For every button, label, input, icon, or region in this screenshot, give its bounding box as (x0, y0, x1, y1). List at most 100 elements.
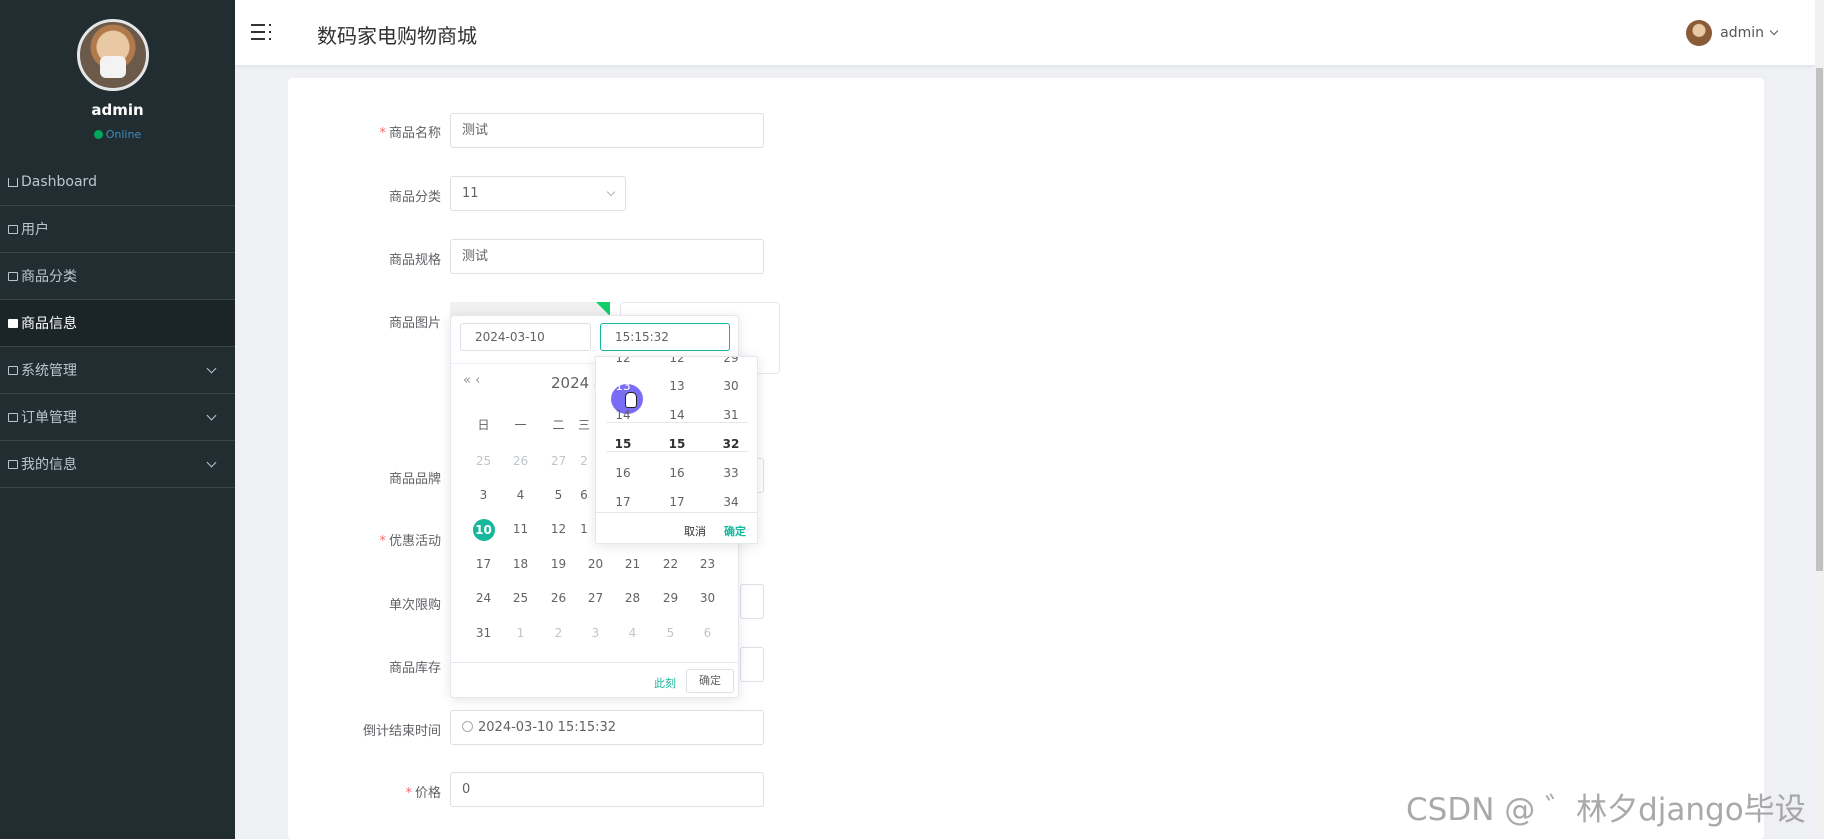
date-cell[interactable]: 2 (540, 626, 577, 640)
minute-cell[interactable]: 17 (650, 495, 704, 509)
sidebar-item-category[interactable]: 商品分类 (0, 253, 235, 300)
sidebar: admin Online Dashboard 用户 商品分类 商品信息 系统管理… (0, 0, 235, 839)
date-cell[interactable]: 17 (465, 557, 502, 571)
date-cell[interactable]: 20 (577, 557, 614, 571)
name-label: * 商品名称 (379, 126, 441, 141)
date-cell[interactable]: 24 (465, 591, 502, 605)
chart-icon (8, 412, 18, 422)
date-cell[interactable]: 6 (689, 626, 726, 640)
header-user-name: admin (1720, 25, 1764, 41)
date-cell[interactable]: 3 (465, 488, 502, 502)
scrollbar-thumb[interactable] (1816, 68, 1823, 571)
sidebar-item-label: 商品分类 (21, 269, 77, 285)
sidebar-item-my-info[interactable]: 我的信息 (0, 441, 235, 488)
date-cell[interactable]: 23 (689, 557, 726, 571)
date-cell[interactable]: 28 (614, 591, 651, 605)
date-cell[interactable]: 31 (465, 626, 502, 640)
chevron-down-icon (206, 363, 217, 374)
date-cell[interactable]: 26 (540, 591, 577, 605)
date-cell[interactable]: 26 (502, 454, 539, 468)
sidebar-item-dashboard[interactable]: Dashboard (0, 159, 235, 206)
limit-input[interactable] (740, 584, 764, 619)
now-button[interactable]: 此刻 (654, 675, 676, 691)
date-cell[interactable]: 12 (540, 522, 577, 536)
date-cell[interactable]: 21 (614, 557, 651, 571)
time-cancel-button[interactable]: 取消 (684, 523, 706, 539)
minute-cell[interactable]: 16 (650, 466, 704, 480)
date-cell[interactable]: 1 (502, 626, 539, 640)
second-cell[interactable]: 29 (704, 357, 757, 365)
date-cell[interactable]: 4 (502, 488, 539, 502)
second-cell[interactable]: 31 (704, 408, 757, 422)
countdown-datetime-input[interactable]: 2024-03-10 15:15:32 (450, 710, 764, 745)
hour-cell-selected[interactable]: 15 (596, 437, 650, 451)
date-cell[interactable]: 25 (502, 591, 539, 605)
date-cell[interactable]: 5 (652, 626, 689, 640)
home-icon (8, 177, 18, 187)
minute-cell[interactable]: 13 (650, 379, 704, 393)
date-cell[interactable]: 22 (652, 557, 689, 571)
category-label: 商品分类 (388, 190, 441, 205)
date-cell[interactable]: 25 (465, 454, 502, 468)
user-menu[interactable]: admin (1686, 20, 1779, 46)
date-cell[interactable]: 27 (577, 591, 614, 605)
date-cell[interactable]: 4 (614, 626, 651, 640)
minute-cell[interactable]: 12 (650, 357, 704, 365)
category-select[interactable]: 11 (450, 176, 626, 211)
sidebar-item-system[interactable]: 系统管理 (0, 347, 235, 394)
date-cell[interactable]: 19 (540, 557, 577, 571)
picker-confirm-button[interactable]: 确定 (686, 669, 734, 693)
hour-cell[interactable]: 16 (596, 466, 650, 480)
date-cell[interactable]: 2 (577, 454, 591, 468)
user-avatar[interactable] (77, 19, 149, 91)
stock-input[interactable] (740, 647, 764, 682)
date-cell[interactable]: 27 (540, 454, 577, 468)
scrollbar[interactable] (1815, 0, 1824, 839)
date-cell[interactable]: 11 (502, 522, 539, 536)
stock-label: 商品库存 (388, 661, 441, 676)
weekday-label: 三 (577, 418, 590, 432)
time-confirm-button[interactable]: 确定 (724, 523, 746, 539)
name-input[interactable]: 测试 (450, 113, 764, 148)
picker-date-input[interactable]: 2024-03-10 (460, 323, 591, 351)
date-cell[interactable]: 6 (577, 488, 591, 502)
promo-label: * 优惠活动 (379, 534, 441, 549)
sidebar-menu: Dashboard 用户 商品分类 商品信息 系统管理 订单管理 我的信息 (0, 159, 235, 488)
upload-success-icon (596, 302, 610, 316)
minute-cell-selected[interactable]: 15 (650, 437, 704, 451)
sidebar-item-label: Dashboard (21, 174, 97, 190)
hour-cell[interactable]: 14 (596, 408, 650, 422)
price-input[interactable]: 0 (450, 772, 764, 807)
date-cell-selected[interactable]: 10 (465, 519, 502, 541)
user-icon (8, 224, 18, 234)
date-cell[interactable]: 1 (577, 522, 591, 536)
clock-icon (462, 721, 473, 732)
hour-cell[interactable]: 17 (596, 495, 650, 509)
sidebar-item-users[interactable]: 用户 (0, 206, 235, 253)
date-cell[interactable]: 29 (652, 591, 689, 605)
hour-cell[interactable]: 12 (596, 357, 650, 365)
prev-year-month-buttons[interactable]: « ‹ (463, 373, 480, 388)
minute-cell[interactable]: 14 (650, 408, 704, 422)
sidebar-item-orders[interactable]: 订单管理 (0, 394, 235, 441)
top-header: 数码家电购物商城 admin (235, 0, 1815, 65)
second-cell[interactable]: 34 (704, 495, 757, 509)
date-cell[interactable]: 30 (689, 591, 726, 605)
hamburger-icon[interactable] (251, 24, 271, 42)
avatar (1686, 20, 1713, 46)
second-cell[interactable]: 30 (704, 379, 757, 393)
second-cell-selected[interactable]: 32 (704, 437, 757, 451)
chevron-down-icon (206, 457, 217, 468)
date-cell[interactable]: 18 (502, 557, 539, 571)
chevron-down-icon (206, 410, 217, 421)
card-icon (8, 459, 18, 469)
date-cell[interactable]: 5 (540, 488, 577, 502)
sidebar-item-product-info[interactable]: 商品信息 (0, 300, 235, 347)
second-cell[interactable]: 33 (704, 466, 757, 480)
sidebar-user-name: admin (91, 101, 144, 119)
picker-time-input[interactable]: 15:15:32 (600, 323, 730, 351)
selected-date: 10 (472, 519, 495, 541)
date-cell[interactable]: 3 (577, 626, 614, 640)
spec-input[interactable]: 测试 (450, 239, 764, 274)
hour-cell[interactable]: 13 (596, 379, 650, 393)
